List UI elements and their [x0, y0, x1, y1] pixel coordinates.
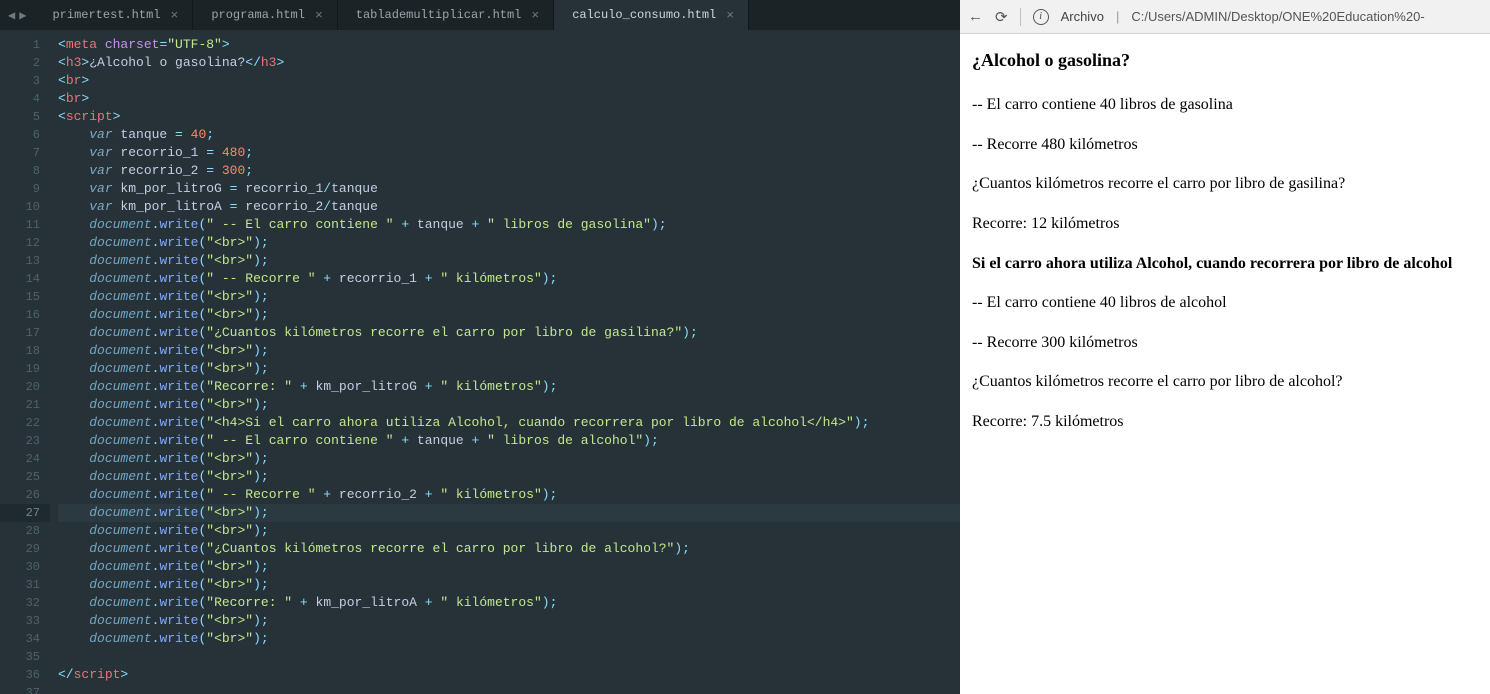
code-line[interactable]: document.write("<br>"); [58, 306, 960, 324]
tab-nav: ◀ ▶ [0, 8, 34, 23]
tabs-container: primertest.html×programa.html×tablademul… [34, 0, 749, 30]
code-line[interactable]: document.write(" -- El carro contiene " … [58, 432, 960, 450]
code-line[interactable]: var recorrio_1 = 480; [58, 144, 960, 162]
code-line[interactable]: document.write("Recorre: " + km_por_litr… [58, 594, 960, 612]
close-icon[interactable]: × [315, 8, 323, 23]
code-line[interactable]: document.write("Recorre: " + km_por_litr… [58, 378, 960, 396]
browser-pane: ← ⟳ i Archivo | C:/Users/ADMIN/Desktop/O… [960, 0, 1490, 694]
output-line: -- El carro contiene 40 libros de alcoho… [972, 292, 1478, 314]
url-divider: | [1116, 9, 1119, 24]
output-line: -- Recorre 300 kilómetros [972, 332, 1478, 354]
output-line: -- Recorre 480 kilómetros [972, 134, 1478, 156]
code-content[interactable]: <meta charset="UTF-8"><h3>¿Alcohol o gas… [50, 30, 960, 694]
code-line[interactable]: document.write("<br>"); [58, 558, 960, 576]
browser-info-icon[interactable]: i [1033, 9, 1049, 25]
code-line[interactable]: document.write("<br>"); [58, 468, 960, 486]
code-line[interactable]: var km_por_litroG = recorrio_1/tanque [58, 180, 960, 198]
code-line[interactable]: document.write("<br>"); [58, 360, 960, 378]
code-line[interactable]: var km_por_litroA = recorrio_2/tanque [58, 198, 960, 216]
page-title: ¿Alcohol o gasolina? [972, 48, 1478, 72]
tab-bar: ◀ ▶ primertest.html×programa.html×tablad… [0, 0, 960, 30]
output-line: Recorre: 7.5 kilómetros [972, 411, 1478, 433]
code-line[interactable]: var recorrio_2 = 300; [58, 162, 960, 180]
code-line[interactable]: document.write("¿Cuantos kilómetros reco… [58, 540, 960, 558]
code-line[interactable]: document.write("<br>"); [58, 252, 960, 270]
code-line[interactable]: document.write(" -- Recorre " + recorrio… [58, 486, 960, 504]
browser-toolbar: ← ⟳ i Archivo | C:/Users/ADMIN/Desktop/O… [960, 0, 1490, 34]
tab-programa-html[interactable]: programa.html × [193, 0, 337, 30]
tab-primertest-html[interactable]: primertest.html × [34, 0, 193, 30]
code-line[interactable]: document.write("<br>"); [58, 342, 960, 360]
code-line[interactable] [58, 684, 960, 694]
code-line[interactable]: document.write("¿Cuantos kilómetros reco… [58, 324, 960, 342]
tab-label: tablademultiplicar.html [356, 8, 522, 22]
output-subtitle: Si el carro ahora utiliza Alcohol, cuand… [972, 253, 1478, 275]
close-icon[interactable]: × [171, 8, 179, 23]
code-line[interactable] [58, 648, 960, 666]
browser-back-icon[interactable]: ← [968, 8, 983, 25]
output-line: -- El carro contiene 40 libros de gasoli… [972, 94, 1478, 116]
url-label: Archivo [1061, 9, 1104, 24]
tab-calculo_consumo-html[interactable]: calculo_consumo.html × [554, 0, 749, 30]
close-icon[interactable]: × [531, 8, 539, 23]
code-line[interactable]: <meta charset="UTF-8"> [58, 36, 960, 54]
tab-label: calculo_consumo.html [572, 8, 716, 22]
close-icon[interactable]: × [726, 8, 734, 23]
browser-content: ¿Alcohol o gasolina? -- El carro contien… [960, 34, 1490, 694]
tab-next-icon[interactable]: ▶ [17, 8, 28, 23]
code-line[interactable]: document.write("<br>"); [58, 504, 960, 522]
code-line[interactable]: document.write("<br>"); [58, 450, 960, 468]
code-line[interactable]: var tanque = 40; [58, 126, 960, 144]
code-line[interactable]: document.write("<br>"); [58, 612, 960, 630]
code-line[interactable]: document.write("<h4>Si el carro ahora ut… [58, 414, 960, 432]
code-line[interactable]: document.write("<br>"); [58, 630, 960, 648]
output-line: Recorre: 12 kilómetros [972, 213, 1478, 235]
code-line[interactable]: document.write(" -- Recorre " + recorrio… [58, 270, 960, 288]
code-line[interactable]: document.write("<br>"); [58, 576, 960, 594]
code-line[interactable]: document.write("<br>"); [58, 288, 960, 306]
output-line: ¿Cuantos kilómetros recorre el carro por… [972, 371, 1478, 393]
code-line[interactable]: </script> [58, 666, 960, 684]
browser-reload-icon[interactable]: ⟳ [995, 8, 1008, 26]
url-path[interactable]: C:/Users/ADMIN/Desktop/ONE%20Education%2… [1131, 9, 1424, 24]
code-line[interactable]: document.write("<br>"); [58, 234, 960, 252]
code-line[interactable]: <br> [58, 90, 960, 108]
code-line[interactable]: document.write("<br>"); [58, 396, 960, 414]
code-line[interactable]: <br> [58, 72, 960, 90]
code-line[interactable]: document.write("<br>"); [58, 522, 960, 540]
code-line[interactable]: <h3>¿Alcohol o gasolina?</h3> [58, 54, 960, 72]
tab-label: primertest.html [52, 8, 160, 22]
tab-prev-icon[interactable]: ◀ [6, 8, 17, 23]
tab-label: programa.html [211, 8, 305, 22]
code-line[interactable]: <script> [58, 108, 960, 126]
tab-tablademultiplicar-html[interactable]: tablademultiplicar.html × [338, 0, 554, 30]
output-line: ¿Cuantos kilómetros recorre el carro por… [972, 173, 1478, 195]
code-area[interactable]: 1234567891011121314151617181920212223242… [0, 30, 960, 694]
line-number-gutter: 1234567891011121314151617181920212223242… [0, 30, 50, 694]
code-line[interactable]: document.write(" -- El carro contiene " … [58, 216, 960, 234]
editor-pane: ◀ ▶ primertest.html×programa.html×tablad… [0, 0, 960, 694]
toolbar-divider [1020, 8, 1021, 26]
